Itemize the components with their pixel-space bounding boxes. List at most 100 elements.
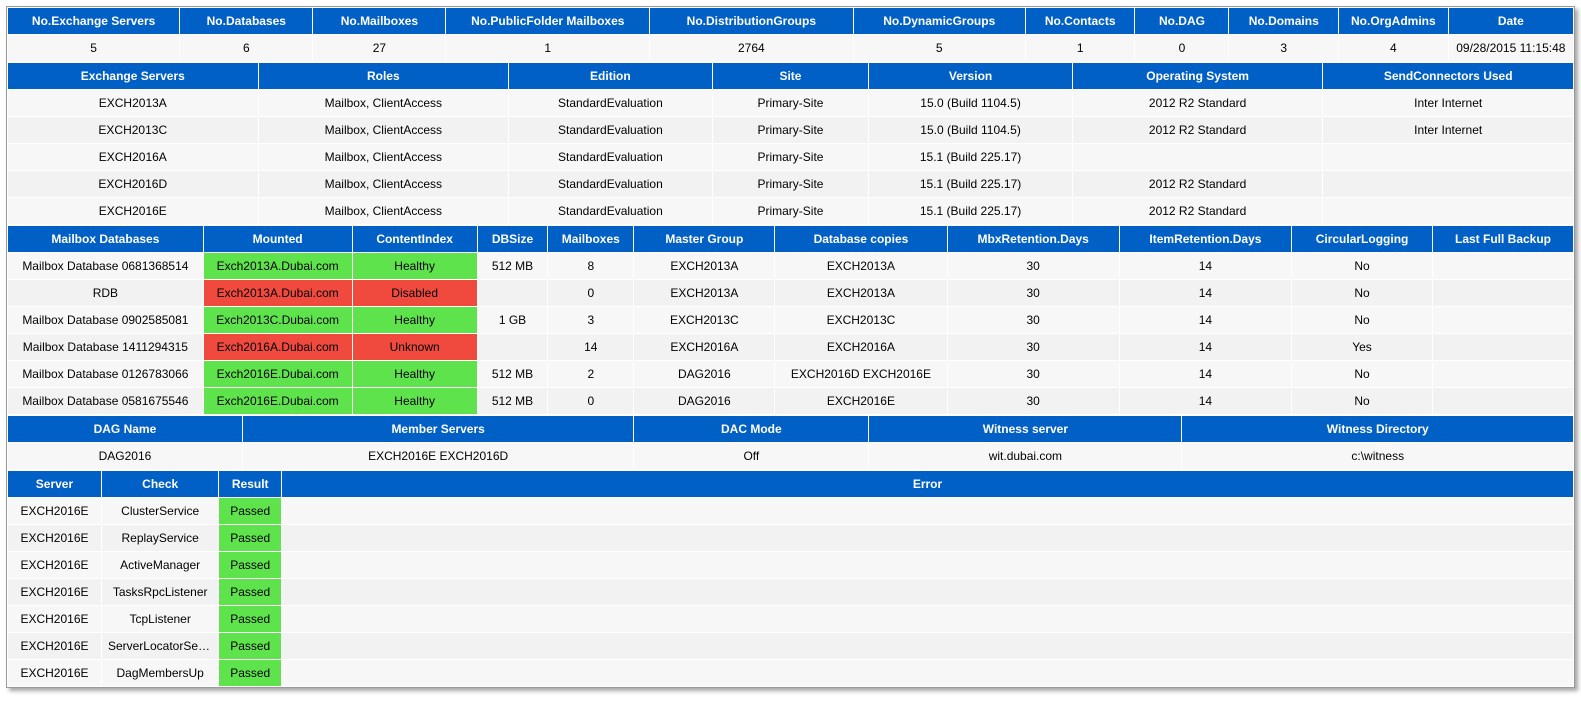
- checks-cell: ClusterService: [101, 498, 218, 525]
- table-row: EXCH2016EMailbox, ClientAccessStandardEv…: [8, 198, 1574, 225]
- db-h-8: ItemRetention.Days: [1119, 226, 1291, 253]
- db-cell-circ: No: [1292, 280, 1433, 307]
- db-cell-circ: No: [1292, 361, 1433, 388]
- summary-h-1: No.Databases: [180, 8, 313, 35]
- db-cell-group: DAG2016: [634, 361, 775, 388]
- db-cell-copies: EXCH2016D EXCH2016E: [775, 361, 947, 388]
- dag-h-1: Member Servers: [242, 416, 634, 443]
- table-row: RDBExch2013A.Dubai.comDisabled0EXCH2013A…: [8, 280, 1574, 307]
- db-cell-ci: Healthy: [352, 388, 477, 415]
- checks-cell: Passed: [219, 633, 282, 660]
- servers-cell: Primary-Site: [712, 90, 869, 117]
- table-row: Mailbox Database 1411294315Exch2016A.Dub…: [8, 334, 1574, 361]
- table-row: EXCH2016EClusterServicePassed: [8, 498, 1574, 525]
- servers-table: Exchange Servers Roles Edition Site Vers…: [7, 62, 1574, 225]
- db-cell-ci: Healthy: [352, 361, 477, 388]
- summary-v-9: 4: [1339, 35, 1449, 62]
- db-cell-group: DAG2016: [634, 388, 775, 415]
- db-cell-group: EXCH2013A: [634, 280, 775, 307]
- databases-table: Mailbox Databases Mounted ContentIndex D…: [7, 225, 1574, 415]
- db-cell-backup: [1433, 253, 1574, 280]
- summary-v-4: 2764: [650, 35, 854, 62]
- checks-cell: ReplayService: [101, 525, 218, 552]
- servers-cell: Inter Internet: [1323, 117, 1574, 144]
- servers-h-5: Operating System: [1072, 63, 1323, 90]
- db-cell-mbx: 3: [548, 307, 634, 334]
- servers-cell: 15.1 (Build 225.17): [869, 171, 1073, 198]
- dag-v-2: Off: [634, 443, 869, 470]
- checks-cell: Passed: [219, 606, 282, 633]
- servers-cell: 15.1 (Build 225.17): [869, 198, 1073, 225]
- db-cell-mounted: Exch2016E.Dubai.com: [203, 388, 352, 415]
- db-cell-mbxret: 30: [947, 307, 1119, 334]
- db-cell-itemret: 14: [1119, 334, 1291, 361]
- checks-cell: TasksRpcListener: [101, 579, 218, 606]
- db-cell-db: Mailbox Database 0902585081: [8, 307, 204, 334]
- servers-cell: 15.1 (Build 225.17): [869, 144, 1073, 171]
- db-h-10: Last Full Backup: [1433, 226, 1574, 253]
- summary-h-10: Date: [1448, 8, 1573, 35]
- table-row: EXCH2016EReplayServicePassed: [8, 525, 1574, 552]
- summary-h-3: No.PublicFolder Mailboxes: [446, 8, 650, 35]
- db-cell-copies: EXCH2016A: [775, 334, 947, 361]
- servers-h-6: SendConnectors Used: [1323, 63, 1574, 90]
- db-cell-db: Mailbox Database 1411294315: [8, 334, 204, 361]
- db-cell-db: Mailbox Database 0581675546: [8, 388, 204, 415]
- table-row: Mailbox Database 0126783066Exch2016E.Dub…: [8, 361, 1574, 388]
- servers-cell: Primary-Site: [712, 117, 869, 144]
- table-row: EXCH2013CMailbox, ClientAccessStandardEv…: [8, 117, 1574, 144]
- summary-h-9: No.OrgAdmins: [1339, 8, 1449, 35]
- checks-h-0: Server: [8, 471, 102, 498]
- checks-cell: Passed: [219, 660, 282, 687]
- dag-v-3: wit.dubai.com: [869, 443, 1182, 470]
- servers-cell: Mailbox, ClientAccess: [258, 117, 509, 144]
- checks-cell: [282, 633, 1574, 660]
- servers-cell: Primary-Site: [712, 171, 869, 198]
- summary-table: No.Exchange Servers No.Databases No.Mail…: [7, 7, 1574, 62]
- servers-cell: EXCH2016A: [8, 144, 259, 171]
- checks-cell: EXCH2016E: [8, 660, 102, 687]
- servers-cell: [1323, 144, 1574, 171]
- table-row: Mailbox Database 0902585081Exch2013C.Dub…: [8, 307, 1574, 334]
- servers-cell: 2012 R2 Standard: [1072, 90, 1323, 117]
- summary-h-8: No.Domains: [1229, 8, 1339, 35]
- db-cell-mbxret: 30: [947, 388, 1119, 415]
- checks-cell: ServerLocatorService: [101, 633, 218, 660]
- db-cell-group: EXCH2016A: [634, 334, 775, 361]
- db-cell-backup: [1433, 280, 1574, 307]
- db-cell-ci: Disabled: [352, 280, 477, 307]
- db-cell-copies: EXCH2013C: [775, 307, 947, 334]
- summary-h-4: No.DistributionGroups: [650, 8, 854, 35]
- summary-v-2: 27: [313, 35, 446, 62]
- servers-cell: Inter Internet: [1323, 90, 1574, 117]
- summary-v-1: 6: [180, 35, 313, 62]
- summary-v-7: 0: [1135, 35, 1229, 62]
- servers-cell: Primary-Site: [712, 144, 869, 171]
- checks-cell: EXCH2016E: [8, 498, 102, 525]
- checks-cell: [282, 552, 1574, 579]
- servers-cell: StandardEvaluation: [509, 90, 713, 117]
- checks-cell: [282, 606, 1574, 633]
- db-h-5: Master Group: [634, 226, 775, 253]
- db-cell-group: EXCH2013A: [634, 253, 775, 280]
- db-cell-mbx: 8: [548, 253, 634, 280]
- db-h-1: Mounted: [203, 226, 352, 253]
- db-cell-size: [477, 334, 547, 361]
- summary-h-6: No.Contacts: [1025, 8, 1135, 35]
- summary-v-10: 09/28/2015 11:15:48: [1448, 35, 1573, 62]
- summary-v-3: 1: [446, 35, 650, 62]
- db-cell-ci: Unknown: [352, 334, 477, 361]
- db-h-7: MbxRetention.Days: [947, 226, 1119, 253]
- summary-h-5: No.DynamicGroups: [853, 8, 1025, 35]
- table-row: EXCH2016ETasksRpcListenerPassed: [8, 579, 1574, 606]
- summary-v-0: 5: [8, 35, 180, 62]
- report-container: No.Exchange Servers No.Databases No.Mail…: [6, 6, 1575, 688]
- summary-v-5: 5: [853, 35, 1025, 62]
- dag-h-0: DAG Name: [8, 416, 243, 443]
- db-cell-itemret: 14: [1119, 307, 1291, 334]
- dag-h-4: Witness Directory: [1182, 416, 1574, 443]
- db-h-4: Mailboxes: [548, 226, 634, 253]
- summary-v-6: 1: [1025, 35, 1135, 62]
- db-cell-group: EXCH2013C: [634, 307, 775, 334]
- db-h-2: ContentIndex: [352, 226, 477, 253]
